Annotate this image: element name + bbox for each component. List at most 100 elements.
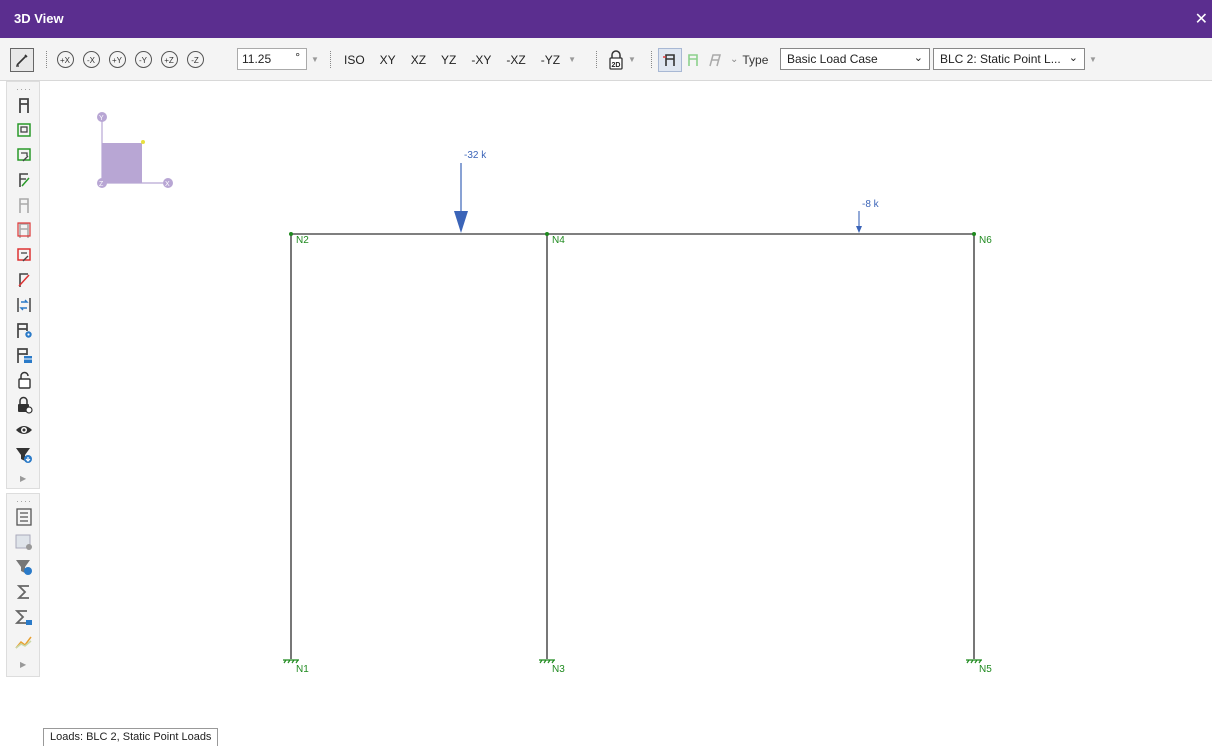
model-view-svg[interactable]: Y X Z N1 N2 N3 N4 N5 N6 -32 k -8 k [40, 81, 1212, 746]
view-toolbar: +X -X +Y -Y +Z -Z 11.25 ° ▼ ISO XY XZ YZ… [0, 38, 1212, 81]
unlock-icon [18, 371, 31, 389]
model-canvas[interactable]: Y X Z N1 N2 N3 N4 N5 N6 -32 k -8 k [40, 81, 1212, 746]
rotate-plus-x-button[interactable]: +X [52, 47, 78, 73]
view-neg-yz-button[interactable]: -YZ [541, 53, 560, 67]
grip-handle[interactable]: ···· [16, 496, 32, 506]
pencil-icon [16, 53, 28, 67]
rotate-plus-z-button[interactable]: +Z [156, 47, 182, 73]
view-neg-xz-button[interactable]: -XZ [506, 53, 525, 67]
lock-view-button[interactable] [13, 394, 35, 416]
rotate-plus-y-button[interactable]: +Y [104, 47, 130, 73]
filter-button[interactable] [13, 444, 35, 466]
swap-icon [17, 298, 31, 312]
unlock-button[interactable] [13, 369, 35, 391]
show-members-button[interactable] [658, 47, 682, 72]
draw-tool-button[interactable] [10, 47, 34, 72]
expand-arrow-icon[interactable]: ▶ [20, 660, 26, 669]
eye-icon [16, 426, 32, 434]
node-n6[interactable] [972, 232, 976, 236]
chevron-down-icon[interactable]: ⌄ [730, 54, 738, 65]
frame-icon [19, 98, 29, 113]
plate-red-icon [17, 222, 31, 238]
close-icon[interactable]: ✕ [1195, 9, 1208, 29]
plates-faded-button[interactable] [13, 219, 35, 241]
rotate-ccw-icon: +Z [160, 51, 178, 68]
plates-toggle-button[interactable] [13, 119, 35, 141]
node-label-n2: N2 [296, 235, 309, 246]
results-filter-button[interactable] [13, 556, 35, 578]
type-select[interactable]: Basic Load Case ⌄ [780, 48, 930, 70]
graph-icon [15, 636, 32, 649]
results-list-button[interactable] [13, 506, 35, 528]
member-table-button[interactable] [13, 344, 35, 366]
toolbar-separator [596, 51, 600, 68]
swap-button[interactable] [13, 294, 35, 316]
results-image-button[interactable] [13, 531, 35, 553]
node-label-n6: N6 [979, 235, 992, 246]
gizmo-origin-marker [141, 140, 145, 144]
window-title-bar: 3D View ✕ [0, 0, 1212, 38]
view-iso-button[interactable]: ISO [344, 53, 365, 67]
grip-handle[interactable]: ···· [16, 84, 32, 94]
view-xz-button[interactable]: XZ [411, 53, 426, 67]
supports [283, 659, 982, 664]
frame-icon [663, 53, 675, 66]
load-case-select[interactable]: BLC 2: Static Point L... ⌄ [933, 48, 1085, 70]
node-labels: N1 N2 N3 N4 N5 N6 [296, 235, 992, 675]
node-n4[interactable] [545, 232, 549, 236]
frame-faded-icon [688, 53, 698, 66]
view-neg-xy-button[interactable]: -XY [471, 53, 491, 67]
rotate-ccw-icon: +Y [108, 51, 126, 68]
rotate-minus-x-button[interactable]: -X [78, 47, 104, 73]
rotate-cw-icon: -Y [134, 51, 152, 68]
chevron-down-icon[interactable]: ▼ [628, 55, 636, 64]
view-xy-button[interactable]: XY [380, 53, 396, 67]
chevron-down-icon: ⌄ [1068, 52, 1078, 64]
members-toggle-button[interactable] [13, 94, 35, 116]
view-yz-button[interactable]: YZ [441, 53, 456, 67]
frame-gear-icon [17, 323, 32, 338]
frame-red-edit-button[interactable] [13, 269, 35, 291]
rotate-minus-z-button[interactable]: -Z [182, 47, 208, 73]
point-load-32k[interactable]: -32 k [454, 150, 487, 233]
load-arrow-head [856, 226, 862, 233]
chevron-down-icon[interactable]: ▼ [311, 55, 319, 64]
sum-table-button[interactable] [13, 606, 35, 628]
frame-faded-icon [19, 198, 29, 213]
sigma-icon [16, 585, 29, 599]
chevron-down-icon[interactable]: ▼ [1089, 55, 1097, 64]
lock-icon: 2D [609, 49, 623, 70]
support-n1 [283, 659, 299, 664]
show-italic-frame-button[interactable] [704, 47, 726, 73]
axis-label-y: Y [99, 115, 104, 122]
rotate-minus-y-button[interactable]: -Y [130, 47, 156, 73]
frame-table-icon [17, 348, 32, 363]
window-title: 3D View [14, 11, 64, 26]
show-plates-button[interactable] [682, 47, 704, 73]
frame-italic-icon [709, 53, 721, 66]
plate-red-edit-button[interactable] [13, 244, 35, 266]
type-label: Type [742, 52, 769, 67]
expand-arrow-icon[interactable]: ▶ [20, 474, 26, 483]
plate-icon [17, 123, 31, 137]
plate-edit-button[interactable] [13, 144, 35, 166]
node-label-n1: N1 [296, 664, 309, 675]
frame-edit-button[interactable] [13, 169, 35, 191]
visibility-button[interactable] [13, 419, 35, 441]
node-n2[interactable] [289, 232, 293, 236]
toolbar-separator [330, 51, 334, 68]
graph-button[interactable] [13, 631, 35, 653]
rotate-cw-icon: -X [82, 51, 100, 68]
rotation-angle-input[interactable]: 11.25 ° [237, 48, 307, 70]
node-label-n4: N4 [552, 235, 565, 246]
member-settings-button[interactable] [13, 319, 35, 341]
sum-button[interactable] [13, 581, 35, 603]
toolbar-separator [46, 51, 50, 68]
chevron-down-icon[interactable]: ▼ [568, 55, 576, 64]
members-faded-button[interactable] [13, 194, 35, 216]
point-load-8k[interactable]: -8 k [856, 199, 880, 233]
axis-gizmo: Y X Z [97, 112, 173, 188]
frame-members [290, 233, 975, 659]
toolbar-separator [651, 51, 655, 68]
lock-2d-button[interactable]: 2D [604, 47, 628, 73]
